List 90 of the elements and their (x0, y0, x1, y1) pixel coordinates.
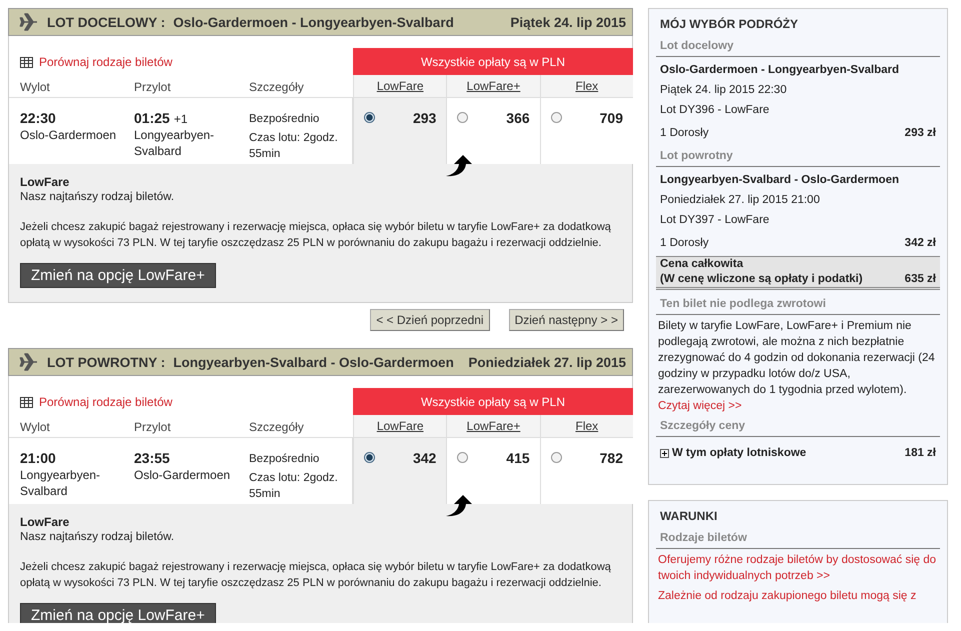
expand-icon[interactable] (660, 448, 669, 458)
fare-name-link[interactable]: LowFare+ (466, 79, 520, 93)
column-header: Przylot (134, 420, 172, 434)
ticket-types-link[interactable]: Zależnie od rodzaju zakupionego biletu mogą się z (656, 588, 940, 604)
departure-airport: Longyearbyen-Svalbard (20, 467, 102, 499)
fare-price: 415 (506, 450, 530, 466)
summary-title: MÓJ WYBÓR PODRÓŻY (659, 16, 800, 33)
fare-radio[interactable] (364, 452, 375, 463)
leg-datetime: Poniedziałek 27. lip 2015 21:00 (659, 193, 821, 208)
flight-route: Oslo-Gardermoen - Longyearbyen-Svalbard (173, 14, 454, 30)
fare-radio[interactable] (364, 112, 375, 123)
fare-name-link[interactable]: Flex (575, 79, 598, 93)
leg-datetime: Piątek 24. lip 2015 22:30 (659, 83, 788, 98)
flight-route: Longyearbyen-Svalbard - Oslo-Gardermoen (173, 354, 454, 370)
compare-fares-link[interactable]: Porównaj rodzaje biletów (39, 395, 172, 409)
fare-price: 782 (600, 450, 623, 466)
fare-name-link[interactable]: Flex (575, 419, 598, 433)
change-fare-button[interactable]: Zmień na opcję LowFare+ (20, 603, 216, 623)
refund-policy-text: Bilety w taryfie LowFare, LowFare+ i Premium nie podlegają zwrotowi, ale można z nich bezpłatnie zrezygnować do 4 godzin od dokonania rezerwacji (24 godziny w przypadku lotów do/z USA, zarezerwowanych do 1 tygodnia przed wylotem). (657, 319, 936, 398)
passenger-count: 1 Dorosły (660, 126, 709, 141)
arrival-time: 23:55 (134, 449, 170, 467)
fare-name-link[interactable]: LowFare (376, 79, 424, 93)
fare-price: 293 (412, 110, 436, 126)
fare-radio[interactable] (457, 452, 468, 463)
total-note: (W cenę wliczone są opłaty i podatki) (660, 272, 863, 287)
airplane-icon (19, 12, 39, 32)
currency-banner: Wszystkie opłaty są w PLN (353, 388, 633, 415)
arrival-time: 01:25 (134, 109, 170, 127)
section-heading: Lot docelowy (656, 36, 940, 57)
flight-date: Poniedziałek 27. lip 2015 (468, 354, 626, 370)
table-icon (20, 396, 33, 408)
fare-price: 366 (506, 110, 530, 126)
fare-title: LowFare (20, 175, 70, 190)
departure-airport: Oslo-Gardermoen (20, 127, 118, 143)
column-header: Szczegóły (249, 420, 305, 434)
total-price: 635 zł (904, 272, 936, 287)
fare-name-link[interactable]: LowFare+ (466, 419, 520, 433)
fare-subtitle: Nasz najtańszy rodzaj biletów. (20, 190, 176, 205)
previous-day-button[interactable]: < < Dzień poprzedni (370, 309, 490, 331)
flight-detail: Czas lotu: 2godz. 55min (249, 131, 339, 162)
table-icon (20, 56, 33, 68)
fare-radio[interactable] (550, 452, 562, 463)
passenger-count: 1 Dorosły (660, 236, 709, 251)
arrival-airport: Longyearbyen-Svalbard (134, 127, 216, 159)
curved-arrow-icon (445, 155, 475, 177)
fare-description: Jeżeli chcesz zakupić bagaż rejestrowany i rezerwację miejsca, opłaca się wybór biletu w taryfie LowFare+ za dodatkową opłatą w wysokości 73 PLN. W tej taryfie oszczędzasz 25 PLN w porównaniu do zakupu bagażu i rezerwacji oddzielnie. (20, 560, 612, 591)
departure-time: 22:30 (20, 109, 57, 127)
section-heading: Rodzaje biletów (656, 528, 940, 549)
arrival-airport: Oslo-Gardermoen (134, 467, 232, 483)
next-day-button[interactable]: Dzień następny > > (508, 309, 624, 331)
compare-fares-link[interactable]: Porównaj rodzaje biletów (39, 55, 172, 69)
section-heading: Szczegóły ceny (656, 416, 940, 437)
flight-direction: LOT DOCELOWY : (47, 14, 166, 30)
leg-route: Oslo-Gardermoen - Longyearbyen-Svalbard (659, 63, 900, 78)
leg-route: Longyearbyen-Svalbard - Oslo-Gardermoen (659, 173, 900, 188)
airport-fees-price: 181 zł (904, 446, 936, 461)
column-header: Szczegóły (249, 80, 305, 94)
currency-banner: Wszystkie opłaty są w PLN (353, 48, 633, 75)
ticket-types-link[interactable]: Oferujemy różne rodzaje biletów by dostosować się do twoich indywidualnych potrzeb >> (656, 552, 940, 584)
fare-title: LowFare (20, 515, 70, 530)
flight-detail: Bezpośrednio (249, 452, 320, 467)
fare-radio[interactable] (457, 112, 468, 123)
fare-description: Jeżeli chcesz zakupić bagaż rejestrowany i rezerwację miejsca, opłaca się wybór biletu w taryfie LowFare+ za dodatkową opłatą w wysokości 73 PLN. W tej taryfie oszczędzasz 25 PLN w porównaniu do zakupu bagażu i rezerwacji oddzielnie. (20, 220, 612, 251)
fare-radio[interactable] (550, 112, 562, 123)
airplane-icon (19, 352, 39, 372)
conditions-title: WARUNKI (659, 508, 718, 525)
day-offset: +1 (174, 111, 188, 127)
section-heading: Lot powrotny (656, 146, 940, 167)
flight-date: Piątek 24. lip 2015 (510, 14, 626, 30)
leg-price: 293 zł (904, 126, 936, 141)
fare-name-link[interactable]: LowFare (376, 419, 424, 433)
fare-subtitle: Nasz najtańszy rodzaj biletów. (20, 530, 176, 545)
column-header: Wylot (20, 80, 51, 94)
column-header: Przylot (134, 80, 172, 94)
leg-price: 342 zł (904, 236, 936, 251)
fare-price: 709 (600, 110, 623, 126)
leg-flight: Lot DY396 - LowFare (659, 103, 770, 118)
flight-direction: LOT POWROTNY : (47, 354, 166, 370)
fare-price: 342 (412, 450, 436, 466)
change-fare-button[interactable]: Zmień na opcję LowFare+ (20, 263, 216, 288)
airport-fees-label: W tym opłaty lotniskowe (672, 446, 806, 461)
flight-detail: Czas lotu: 2godz. 55min (249, 471, 339, 502)
leg-flight: Lot DY397 - LowFare (659, 213, 770, 228)
total-label: Cena całkowita (660, 257, 744, 272)
departure-time: 21:00 (20, 449, 57, 467)
column-header: Wylot (20, 420, 51, 434)
read-more-link[interactable]: Czytaj więcej >> (656, 398, 940, 414)
flight-detail: Bezpośrednio (249, 112, 320, 127)
section-heading: Ten bilet nie podlega zwrotowi (656, 294, 940, 315)
curved-arrow-icon (445, 495, 475, 517)
